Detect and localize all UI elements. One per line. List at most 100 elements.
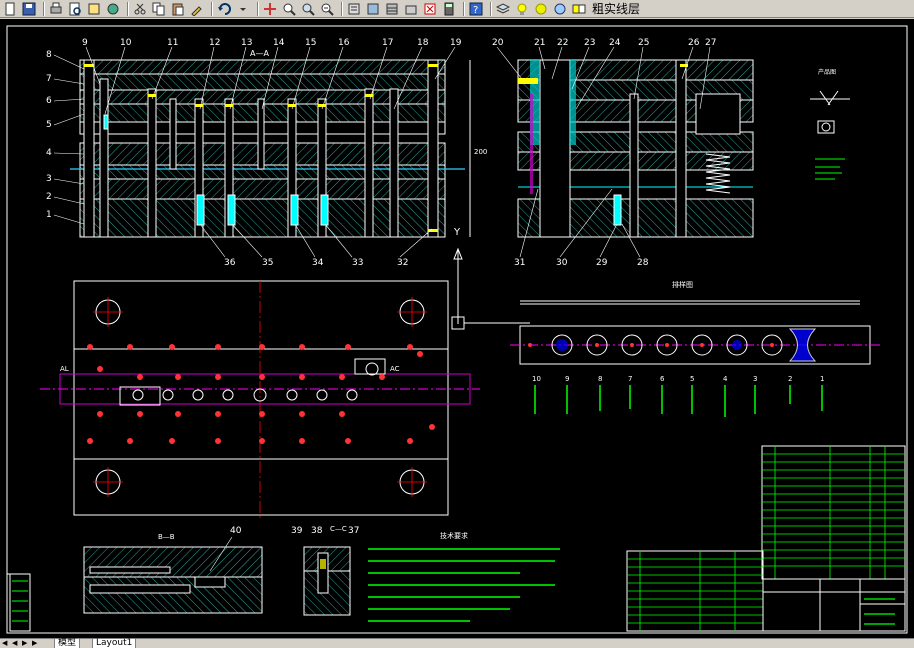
bill-of-materials: [626, 445, 906, 632]
plot-icon[interactable]: [105, 1, 121, 16]
svg-text:?: ?: [473, 5, 478, 16]
redo-dropdown-icon[interactable]: [235, 1, 251, 16]
svg-text:4: 4: [46, 148, 52, 158]
strip-layout: 排样图 10 9 8 7 6 5 4 3 2 1: [510, 280, 880, 417]
technical-notes: 技术要求: [368, 531, 560, 622]
markup-icon[interactable]: [422, 1, 438, 16]
calc-icon[interactable]: [441, 1, 457, 16]
sun-icon[interactable]: [533, 1, 549, 16]
drawing-canvas[interactable]: 200 A—A 9 10 11 12 13 14 15 16 17 18 19 20 2: [0, 19, 914, 639]
plan-view: AL AC: [40, 280, 480, 519]
tab-layout1[interactable]: Layout1: [92, 638, 137, 648]
svg-text:18: 18: [417, 38, 429, 48]
pan-icon[interactable]: [262, 1, 278, 16]
sheetset-icon[interactable]: [403, 1, 419, 16]
svg-text:10: 10: [532, 375, 541, 383]
toolbar-separator: [127, 1, 129, 16]
paste-icon[interactable]: [170, 1, 186, 16]
svg-text:40: 40: [230, 526, 242, 536]
layer-icon[interactable]: [495, 1, 511, 16]
svg-text:11: 11: [167, 38, 178, 48]
new-icon[interactable]: [2, 1, 18, 16]
svg-text:10: 10: [120, 38, 132, 48]
svg-text:5: 5: [690, 375, 694, 383]
copy-icon[interactable]: [151, 1, 167, 16]
svg-text:AC: AC: [390, 365, 400, 373]
svg-text:14: 14: [273, 38, 285, 48]
standard-toolbar: ? 粗实线层: [0, 0, 914, 18]
lock-icon[interactable]: [552, 1, 568, 16]
toolbar-separator: [211, 1, 213, 16]
bulb-icon[interactable]: [514, 1, 530, 16]
svg-text:3: 3: [46, 174, 52, 184]
part-callouts-left: 8 7 6 5 4 3 2 1: [46, 50, 52, 220]
preview-icon[interactable]: [67, 1, 83, 16]
undo-icon[interactable]: [216, 1, 232, 16]
toolpalette-icon[interactable]: [384, 1, 400, 16]
zoom-previous-icon[interactable]: [319, 1, 335, 16]
section-view-right: [517, 59, 754, 238]
svg-text:4: 4: [723, 375, 728, 383]
svg-text:23: 23: [584, 38, 595, 48]
svg-text:32: 32: [397, 258, 408, 268]
publish-icon[interactable]: [86, 1, 102, 16]
notes-title: 技术要求: [440, 531, 468, 540]
toolbar-separator: [43, 1, 45, 16]
properties-icon[interactable]: [346, 1, 362, 16]
svg-text:8: 8: [598, 375, 602, 383]
svg-text:25: 25: [638, 38, 649, 48]
ucs-icon: Y: [451, 227, 530, 330]
svg-text:AL: AL: [60, 365, 69, 373]
svg-text:3: 3: [753, 375, 757, 383]
svg-text:9: 9: [565, 375, 569, 383]
tab-model[interactable]: 模型: [54, 638, 81, 648]
product-title: 产品图: [818, 68, 836, 76]
help-icon[interactable]: ?: [468, 1, 484, 16]
part-callouts-bottom: 36 35 34 33 32 31 30 29 28: [224, 258, 649, 268]
svg-text:26: 26: [688, 38, 700, 48]
svg-text:1: 1: [46, 210, 52, 220]
current-layer-name[interactable]: 粗实线层: [592, 0, 640, 17]
cut-icon[interactable]: [132, 1, 148, 16]
svg-text:7: 7: [46, 74, 52, 84]
svg-text:8: 8: [46, 50, 52, 60]
section-label-bb: B—B: [158, 533, 175, 541]
svg-text:1: 1: [820, 375, 824, 383]
strip-title: 排样图: [672, 280, 693, 289]
svg-text:15: 15: [305, 38, 316, 48]
section-view-bb: B—B 40: [83, 526, 263, 614]
part-callouts-top: 9 10 11 12 13 14 15 16 17 18 19 20 21 22 23 24 25 26…: [82, 38, 716, 48]
svg-text:6: 6: [46, 96, 52, 106]
station-numbers: 10 9 8 7 6 5 4 3 2 1: [532, 375, 824, 383]
toolbar-separator: [463, 1, 465, 16]
svg-text:19: 19: [450, 38, 462, 48]
match-prop-icon[interactable]: [189, 1, 205, 16]
svg-text:31: 31: [514, 258, 525, 268]
section-view-aa: 200 A—A: [70, 49, 487, 238]
svg-text:24: 24: [609, 38, 621, 48]
svg-text:5: 5: [46, 120, 52, 130]
svg-text:6: 6: [660, 375, 665, 383]
svg-text:39: 39: [291, 526, 303, 536]
svg-text:12: 12: [209, 38, 220, 48]
svg-text:13: 13: [241, 38, 252, 48]
svg-text:Y: Y: [453, 227, 461, 238]
zoom-window-icon[interactable]: [300, 1, 316, 16]
section-label-aa: A—A: [250, 49, 269, 58]
color-icon[interactable]: [571, 1, 587, 16]
svg-text:34: 34: [312, 258, 324, 268]
designcenter-icon[interactable]: [365, 1, 381, 16]
svg-text:16: 16: [338, 38, 350, 48]
section-view-cc: C—C 39 38 37: [291, 525, 359, 616]
svg-text:22: 22: [557, 38, 568, 48]
svg-text:37: 37: [348, 526, 359, 536]
save-icon[interactable]: [21, 1, 37, 16]
svg-text:9: 9: [82, 38, 88, 48]
zoom-realtime-icon[interactable]: [281, 1, 297, 16]
svg-text:38: 38: [311, 526, 323, 536]
svg-text:33: 33: [352, 258, 363, 268]
print-icon[interactable]: [48, 1, 64, 16]
svg-text:27: 27: [705, 38, 716, 48]
svg-text:21: 21: [534, 38, 545, 48]
svg-text:36: 36: [224, 258, 236, 268]
